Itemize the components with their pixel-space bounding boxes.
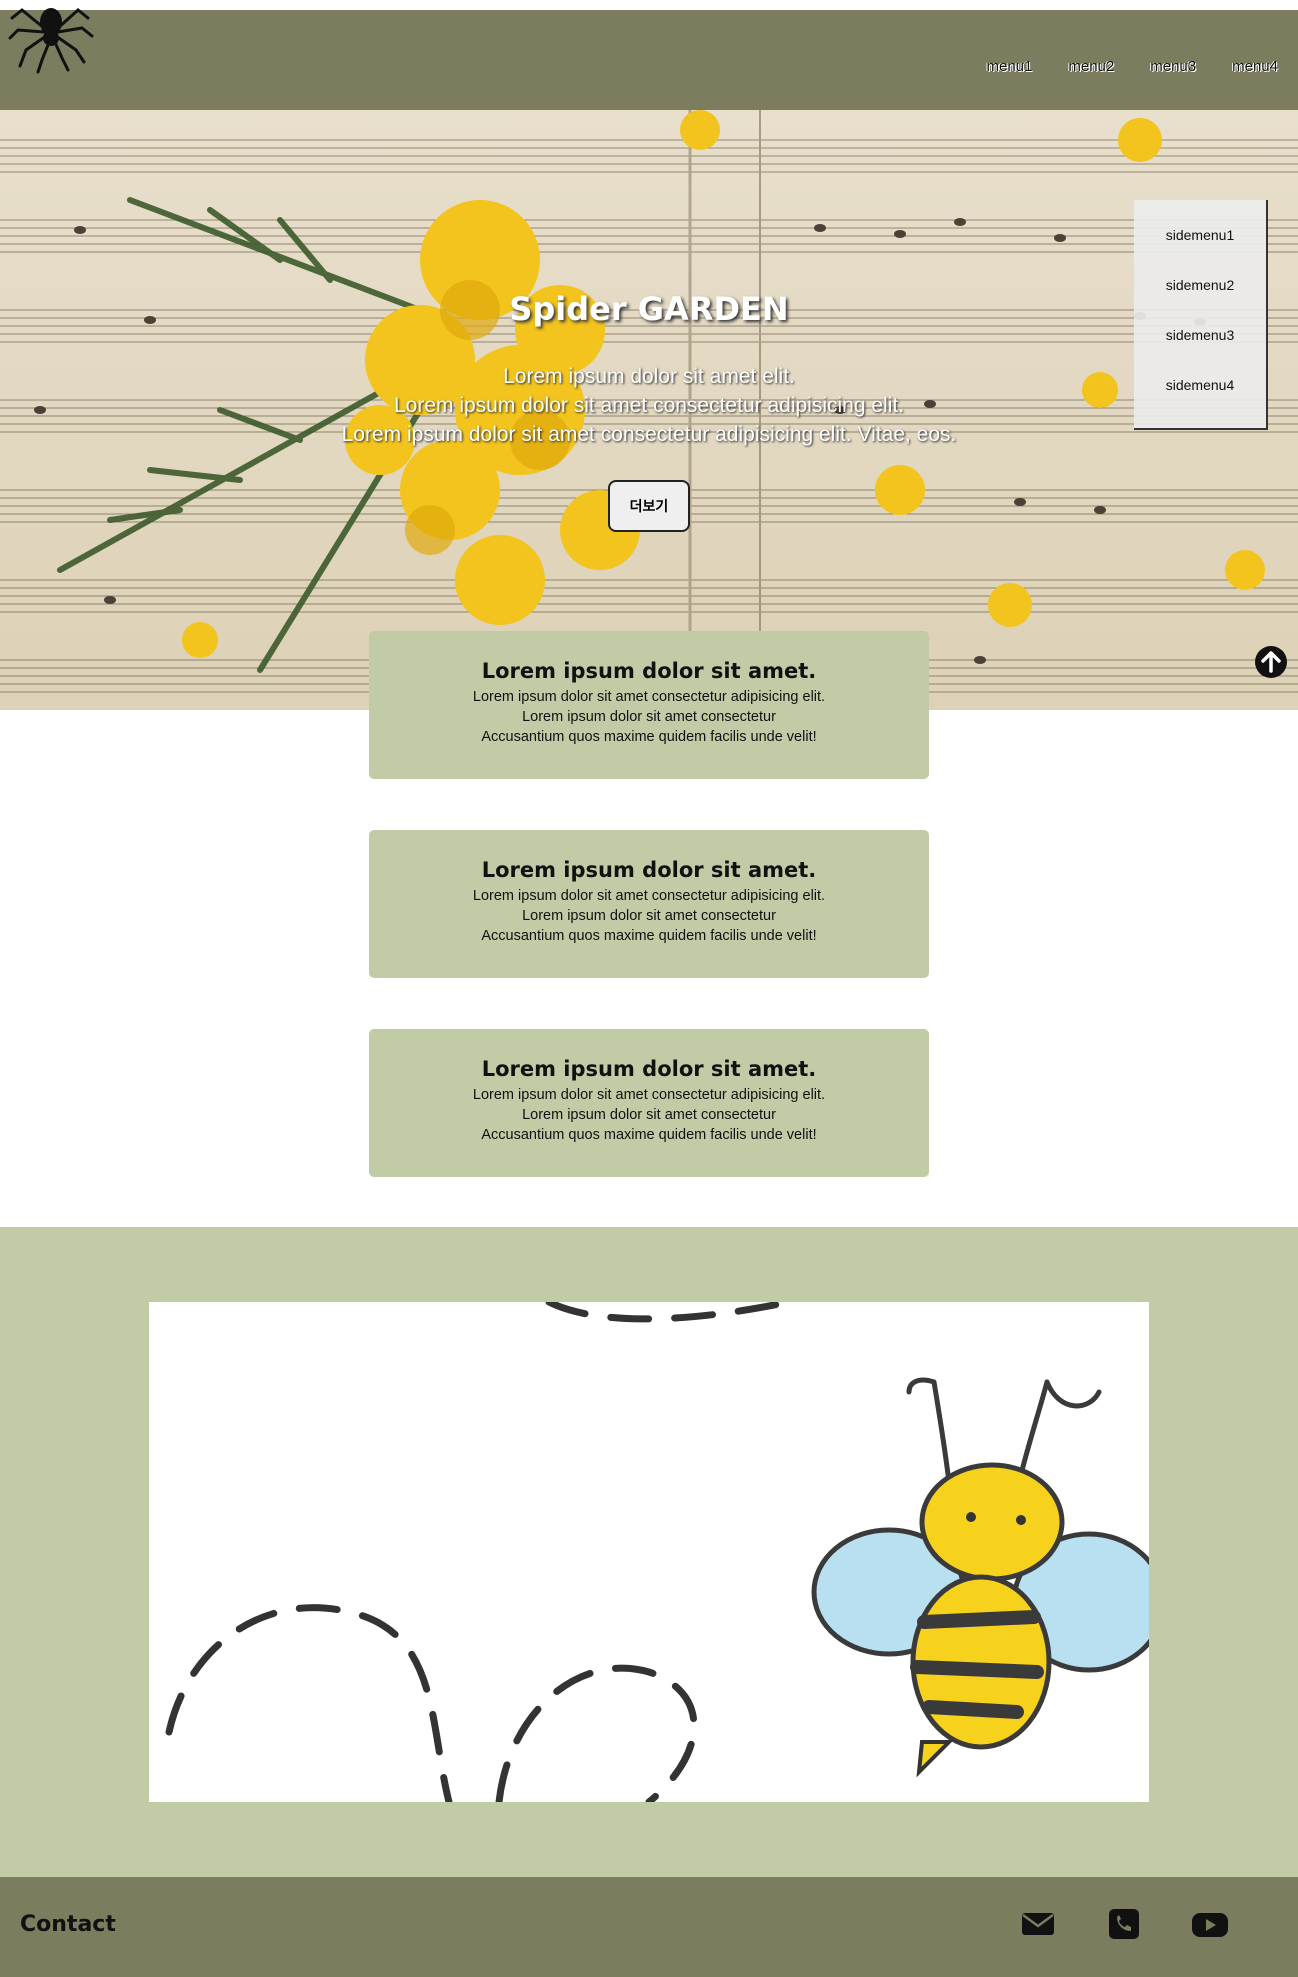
- arrow-up-icon[interactable]: [1255, 646, 1287, 678]
- nav-menu2[interactable]: menu2: [1068, 58, 1114, 75]
- hero-line: Lorem ipsum dolor sit amet consectetur a…: [393, 394, 905, 417]
- side-menu: sidemenu1 sidemenu2 sidemenu3 sidemenu4: [1134, 200, 1268, 430]
- card-line: Lorem ipsum dolor sit amet consectetur: [522, 709, 776, 725]
- envelope-icon[interactable]: [1020, 1909, 1056, 1939]
- sidemenu-item-1[interactable]: sidemenu1: [1134, 220, 1266, 270]
- card-line: Accusantium quos maxime quidem facilis u…: [481, 928, 817, 944]
- nav-menu1[interactable]: menu1: [987, 58, 1033, 75]
- hero-line: Lorem ipsum dolor sit amet elit.: [503, 365, 795, 388]
- hero-description: Lorem ipsum dolor sit amet elit. Lorem i…: [0, 362, 1298, 449]
- sidemenu-item-4[interactable]: sidemenu4: [1134, 370, 1266, 420]
- nav-menu4[interactable]: menu4: [1232, 58, 1278, 75]
- info-card: Lorem ipsum dolor sit amet. Lorem ipsum …: [369, 631, 929, 779]
- more-button[interactable]: 더보기: [608, 480, 690, 532]
- card-line: Lorem ipsum dolor sit amet consectetur a…: [472, 689, 826, 705]
- footer-title: Contact: [20, 1912, 116, 1937]
- spider-icon[interactable]: [8, 0, 94, 76]
- site-footer: Contact: [0, 1877, 1298, 1977]
- hero-title: Spider GARDEN: [509, 290, 789, 328]
- info-card: Lorem ipsum dolor sit amet. Lorem ipsum …: [369, 1029, 929, 1177]
- hero-banner: Spider GARDEN Lorem ipsum dolor sit amet…: [0, 110, 1298, 710]
- card-line: Lorem ipsum dolor sit amet consectetur: [522, 1107, 776, 1123]
- site-header: menu1 menu2 menu3 menu4: [0, 8, 1298, 110]
- footer-contact-icons: [1020, 1909, 1228, 1939]
- sidemenu-item-2[interactable]: sidemenu2: [1134, 270, 1266, 320]
- main-nav: menu1 menu2 menu3 menu4: [987, 58, 1279, 75]
- bee-section: [0, 1227, 1298, 1877]
- card-title: Lorem ipsum dolor sit amet.: [481, 659, 817, 683]
- bee-illustration: [149, 1302, 1149, 1802]
- sidemenu-item-3[interactable]: sidemenu3: [1134, 320, 1266, 370]
- youtube-icon[interactable]: [1192, 1909, 1228, 1939]
- info-card: Lorem ipsum dolor sit amet. Lorem ipsum …: [369, 830, 929, 978]
- card-title: Lorem ipsum dolor sit amet.: [481, 858, 817, 882]
- nav-menu3[interactable]: menu3: [1150, 58, 1196, 75]
- card-line: Lorem ipsum dolor sit amet consectetur a…: [472, 888, 826, 904]
- card-title: Lorem ipsum dolor sit amet.: [481, 1057, 817, 1081]
- card-line: Lorem ipsum dolor sit amet consectetur: [522, 908, 776, 924]
- card-line: Accusantium quos maxime quidem facilis u…: [481, 729, 817, 745]
- card-line: Accusantium quos maxime quidem facilis u…: [481, 1127, 817, 1143]
- phone-icon[interactable]: [1106, 1909, 1142, 1939]
- hero-line: Lorem ipsum dolor sit amet consectetur a…: [341, 423, 957, 446]
- card-line: Lorem ipsum dolor sit amet consectetur a…: [472, 1087, 826, 1103]
